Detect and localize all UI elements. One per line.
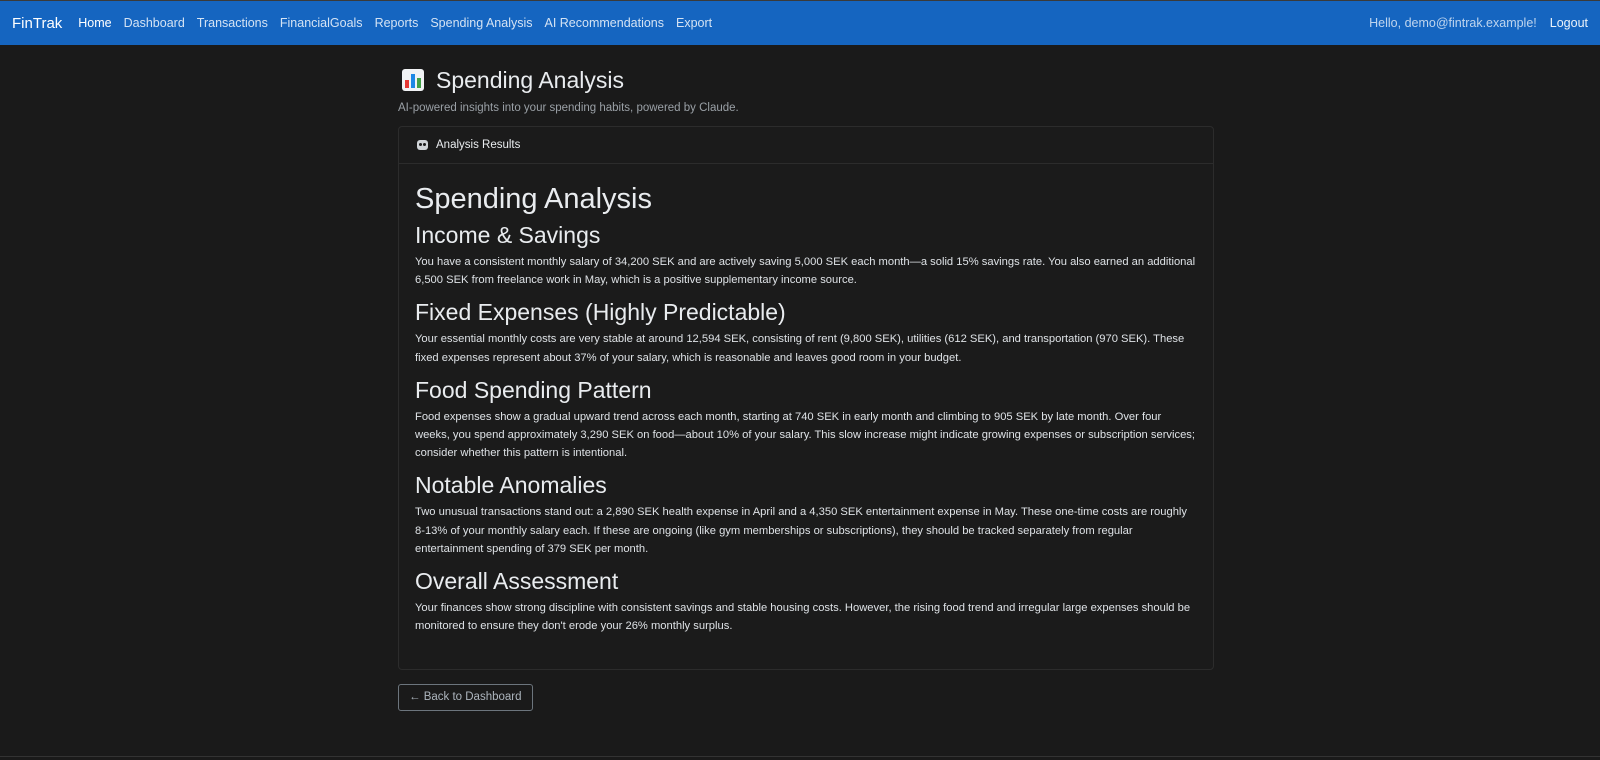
nav-financial-goals[interactable]: FinancialGoals (280, 16, 363, 30)
page-subtitle: AI-powered insights into your spending h… (398, 102, 739, 114)
logout-link[interactable]: Logout (1550, 16, 1588, 30)
nav-export[interactable]: Export (676, 16, 712, 30)
section-fixed-expenses: Fixed Expenses (Highly Predictable) Your… (415, 297, 1197, 366)
nav-ai-recommendations[interactable]: AI Recommendations (545, 16, 665, 30)
back-to-dashboard-button[interactable]: ← Back to Dashboard (398, 684, 533, 712)
user-greeting: Hello, demo@fintrak.example! (1369, 16, 1537, 30)
nav-reports[interactable]: Reports (375, 16, 419, 30)
section-notable-anomalies: Notable Anomalies Two unusual transactio… (415, 470, 1197, 558)
section-text: Your essential monthly costs are very st… (415, 333, 1185, 364)
section-text: Food expenses show a gradual upward tren… (415, 410, 1196, 460)
top-navbar: FinTrak Home Dashboard Transactions Fina… (0, 0, 1600, 45)
bar-chart-icon (402, 69, 424, 91)
bottom-divider (0, 756, 1600, 757)
main-container: Spending Analysis AI-powered insights in… (398, 62, 1214, 712)
card-header: Analysis Results (399, 127, 1213, 164)
nav-user-area: Hello, demo@fintrak.example! Logout (1369, 16, 1588, 30)
section-heading: Overall Assessment (415, 568, 619, 595)
section-text: Two unusual transactions stand out: a 2,… (415, 506, 1187, 555)
card-header-title: Analysis Results (436, 139, 521, 151)
nav-home[interactable]: Home (78, 16, 111, 30)
nav-spending-analysis[interactable]: Spending Analysis (430, 16, 532, 30)
section-heading: Income & Savings (415, 222, 601, 248)
section-heading: Food Spending Pattern (415, 376, 652, 403)
section-income-savings: Income & Savings You have a consistent m… (415, 220, 1197, 289)
section-overall-assessment: Overall Assessment Your finances show st… (415, 566, 1197, 635)
section-text: You have a consistent monthly salary of … (415, 256, 1196, 287)
nav-dashboard[interactable]: Dashboard (124, 16, 185, 30)
nav-links: Home Dashboard Transactions FinancialGoa… (78, 16, 724, 30)
card-body: Spending Analysis Income & Savings You h… (399, 164, 1213, 669)
brand-logo[interactable]: FinTrak (12, 15, 62, 32)
section-text: Your finances show strong discipline wit… (415, 602, 1191, 633)
section-heading: Fixed Expenses (Highly Predictable) (415, 299, 786, 326)
nav-transactions[interactable]: Transactions (197, 16, 268, 30)
page-title-text: Spending Analysis (436, 66, 624, 93)
analysis-card: Analysis Results Spending Analysis Incom… (398, 126, 1214, 671)
analysis-title: Spending Analysis (415, 183, 652, 215)
section-food-spending: Food Spending Pattern Food expenses show… (415, 375, 1197, 463)
robot-icon (417, 140, 428, 150)
section-heading: Notable Anomalies (415, 472, 607, 499)
page-title: Spending Analysis (398, 62, 1214, 98)
